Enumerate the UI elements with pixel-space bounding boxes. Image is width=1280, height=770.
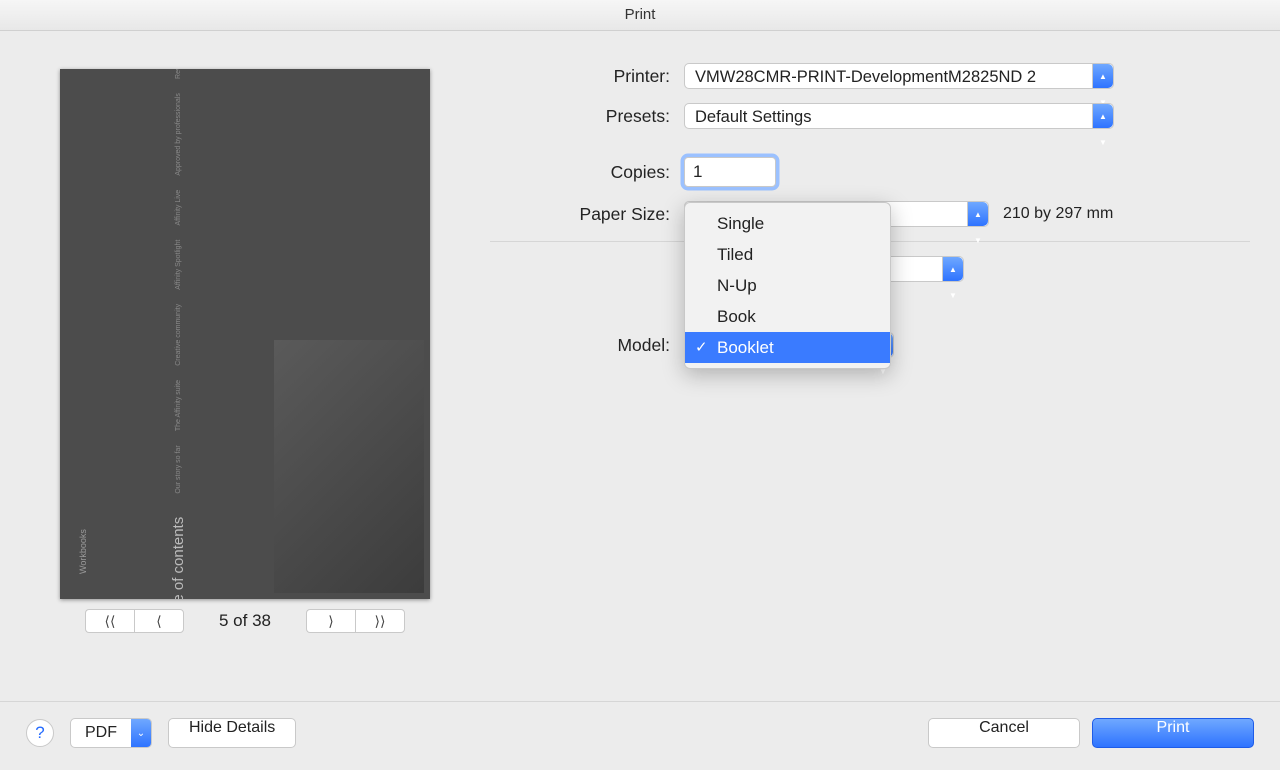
prev-page-button[interactable]: ⟨ [134,609,184,633]
chevron-down-icon: ⌄ [131,719,151,747]
printer-select[interactable]: VMW28CMR-PRINT-DevelopmentM2825ND 2 ▲▼ [684,63,1114,89]
model-label: Model: [490,335,684,356]
presets-label: Presets: [490,106,684,127]
help-button[interactable]: ? [26,719,54,747]
copies-label: Copies: [490,162,684,183]
print-button[interactable]: Print [1092,718,1254,748]
model-option-nup[interactable]: N-Up [685,270,890,301]
paper-dimensions: 210 by 297 mm [1003,205,1113,223]
updown-icon: ▲▼ [967,202,988,226]
page-indicator: 5 of 38 [190,611,300,631]
updown-icon: ▲▼ [942,257,963,281]
updown-icon: ▲▼ [1092,104,1113,128]
preview-side-label: Workbooks [78,529,88,574]
copies-input[interactable] [684,157,776,187]
pdf-menu-button[interactable]: PDF ⌄ [70,718,152,748]
print-preview: Table of contents Our story so far The A… [60,69,430,599]
window-title: Print [0,0,1280,31]
model-option-tiled[interactable]: Tiled [685,239,890,270]
paper-size-label: Paper Size: [490,204,684,225]
printer-label: Printer: [490,66,684,87]
model-option-booklet[interactable]: Booklet [685,332,890,363]
next-page-button[interactable]: ⟩ [306,609,355,633]
cancel-button[interactable]: Cancel [928,718,1080,748]
model-dropdown[interactable]: Single Tiled N-Up Book Booklet [684,202,891,369]
model-option-single[interactable]: Single [685,208,890,239]
updown-icon: ▲▼ [1092,64,1113,88]
preview-image [274,340,424,593]
presets-select[interactable]: Default Settings ▲▼ [684,103,1114,129]
model-option-book[interactable]: Book [685,301,890,332]
last-page-button[interactable]: ⟩⟩ [355,609,405,633]
hide-details-button[interactable]: Hide Details [168,718,296,748]
first-page-button[interactable]: ⟨⟨ [85,609,134,633]
